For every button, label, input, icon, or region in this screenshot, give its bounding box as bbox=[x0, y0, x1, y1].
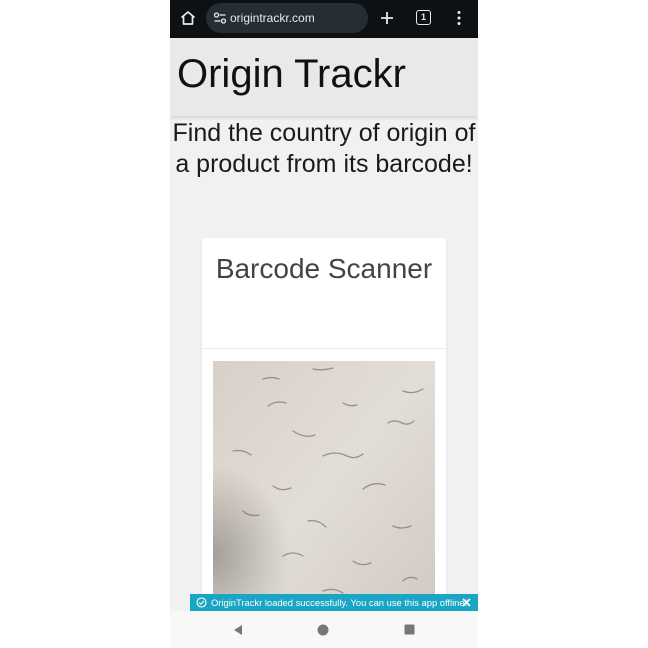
tab-count: 1 bbox=[420, 12, 426, 22]
address-bar[interactable]: origintrackr.com bbox=[206, 3, 368, 33]
app-header: Origin Trackr bbox=[170, 38, 478, 116]
home-circle-icon[interactable] bbox=[317, 624, 329, 636]
scanner-card: Barcode Scanner bbox=[202, 238, 446, 648]
camera-preview[interactable] bbox=[213, 361, 435, 621]
home-icon[interactable] bbox=[179, 9, 197, 27]
url-text: origintrackr.com bbox=[230, 11, 315, 25]
camera-feed-image bbox=[213, 361, 435, 621]
check-circle-icon bbox=[196, 597, 207, 608]
plus-icon[interactable] bbox=[378, 9, 396, 27]
back-icon[interactable] bbox=[232, 624, 244, 636]
page-title: Origin Trackr bbox=[177, 52, 406, 96]
offline-ready-toast: OriginTrackr loaded successfully. You ca… bbox=[190, 594, 478, 611]
phone-screen: origintrackr.com 1 Origin Trackr Find th… bbox=[170, 0, 478, 648]
tab-switcher-icon[interactable]: 1 bbox=[416, 10, 431, 25]
recents-icon[interactable] bbox=[404, 624, 415, 635]
tagline: Find the country of origin of a product … bbox=[172, 119, 476, 178]
browser-toolbar: origintrackr.com 1 bbox=[170, 0, 478, 38]
close-icon[interactable] bbox=[461, 597, 472, 608]
more-vertical-icon[interactable] bbox=[454, 10, 464, 26]
card-divider bbox=[202, 348, 446, 349]
system-navigation-bar bbox=[170, 611, 478, 648]
toast-message: OriginTrackr loaded successfully. You ca… bbox=[211, 597, 468, 608]
site-settings-icon[interactable] bbox=[213, 11, 227, 25]
scanner-card-title: Barcode Scanner bbox=[215, 253, 433, 284]
